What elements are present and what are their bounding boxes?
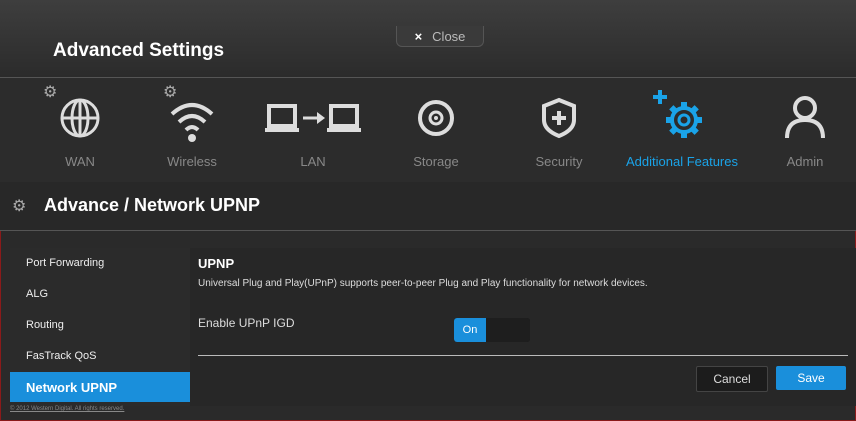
gear-icon	[652, 86, 712, 146]
sidebar: Port Forwarding ALG Routing FasTrack QoS…	[10, 248, 200, 406]
storage-icon	[406, 86, 466, 146]
lan-icon	[263, 86, 363, 146]
divider	[198, 355, 848, 356]
upnp-igd-toggle[interactable]: On	[454, 318, 530, 342]
nav-label-admin: Admin	[786, 154, 824, 169]
sidebar-item-network-upnp[interactable]: Network UPNP	[10, 372, 200, 402]
toggle-on-label: On	[454, 318, 486, 342]
shield-icon	[529, 86, 589, 146]
nav-item-lan[interactable]: LAN	[258, 78, 368, 183]
sidebar-item-port-forwarding[interactable]: Port Forwarding	[10, 248, 190, 278]
nav-label-security: Security	[535, 154, 583, 169]
gear-icon: ⚙	[12, 198, 27, 215]
save-button[interactable]: Save	[776, 366, 846, 390]
wifi-icon	[162, 86, 222, 146]
main-content: UPNP Universal Plug and Play(UPnP) suppo…	[190, 248, 856, 406]
nav-label-wireless: Wireless	[167, 154, 217, 169]
page-header: ⚙ Advance / Network UPNP	[0, 182, 856, 231]
nav-item-admin[interactable]: Admin	[750, 78, 856, 183]
close-icon: ×	[414, 28, 423, 44]
toggle-off-area	[486, 318, 530, 342]
page-heading: Advanced Settings	[53, 40, 225, 61]
upnp-igd-label: Enable UPnP IGD	[198, 316, 295, 330]
section-title: UPNP	[198, 256, 235, 271]
nav-label-lan: LAN	[300, 154, 326, 169]
user-icon	[775, 86, 835, 146]
top-bar: Advanced Settings × Close	[0, 0, 856, 77]
category-nav: ⚙ WAN ⚙ Wireless LAN Storage Security Ad…	[0, 77, 856, 183]
nav-item-additional-features[interactable]: Additional Features	[626, 78, 738, 183]
nav-item-security[interactable]: Security	[504, 78, 614, 183]
nav-label-storage: Storage	[413, 154, 459, 169]
nav-item-wan[interactable]: ⚙ WAN	[25, 78, 135, 183]
nav-label-additional-features: Additional Features	[625, 154, 738, 169]
nav-label-wan: WAN	[65, 154, 95, 169]
sidebar-item-fastrack-qos[interactable]: FasTrack QoS	[10, 341, 190, 371]
section-description: Universal Plug and Play(UPnP) supports p…	[198, 278, 648, 289]
globe-icon	[50, 86, 110, 146]
copyright-link[interactable]: © 2012 Western Digital. All rights reser…	[10, 406, 124, 412]
nav-item-wireless[interactable]: ⚙ Wireless	[137, 78, 247, 183]
cancel-button[interactable]: Cancel	[696, 366, 768, 392]
sidebar-item-routing[interactable]: Routing	[10, 310, 190, 340]
sidebar-item-alg[interactable]: ALG	[10, 279, 190, 309]
nav-item-storage[interactable]: Storage	[381, 78, 491, 183]
close-button[interactable]: × Close	[396, 26, 484, 47]
close-label: Close	[432, 28, 466, 44]
page-title: Advance / Network UPNP	[44, 195, 261, 215]
